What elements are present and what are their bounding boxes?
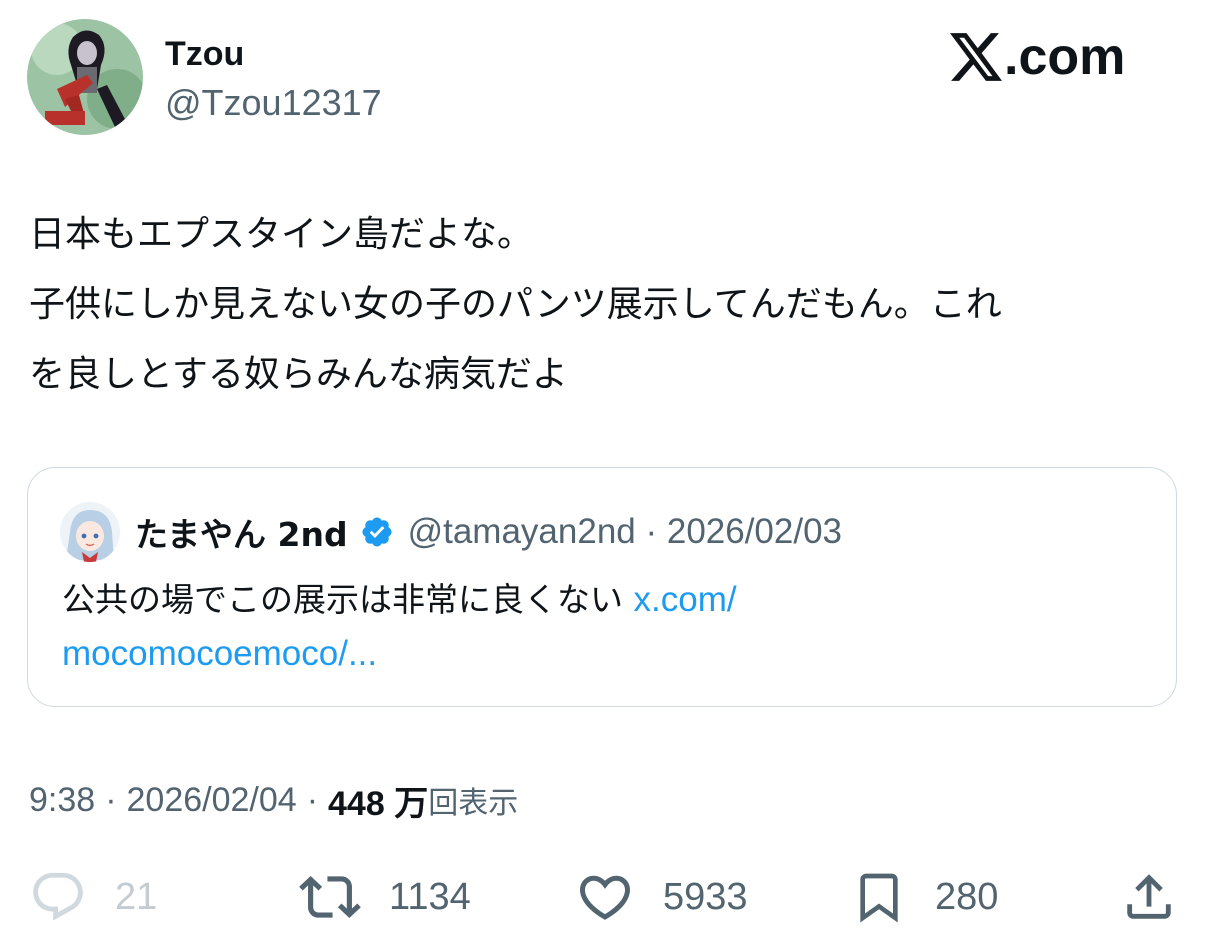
tweet-text-line: 日本もエプスタイン島だよな。 bbox=[29, 214, 534, 255]
tweet-date[interactable]: 2026/02/04 bbox=[127, 781, 297, 820]
quote-text: 公共の場でこの展示は非常に良くない x.com/ mocomocoemoco/.… bbox=[62, 573, 1152, 681]
views-label[interactable]: 回表示 bbox=[428, 778, 518, 822]
x-com-text: .com bbox=[1004, 28, 1126, 86]
bookmark-button[interactable]: 280 bbox=[851, 866, 998, 928]
bookmark-icon bbox=[860, 873, 898, 923]
meta-separator: · bbox=[306, 780, 319, 819]
tweet-meta: 9:38 · 2026/02/04 · 448 万 回表示 bbox=[29, 776, 518, 825]
quote-header: たまやん 2nd @tamayan2nd · 2026/02/03 bbox=[135, 510, 842, 554]
tweet-time[interactable]: 9:38 bbox=[29, 781, 95, 820]
verified-badge-icon bbox=[362, 517, 392, 547]
repost-count: 1134 bbox=[389, 875, 471, 918]
x-com-logo: .com bbox=[950, 28, 1125, 86]
quote-author-name[interactable]: たまやん 2nd bbox=[135, 508, 348, 556]
tweet-text-line: 子供にしか見えない女の子のパンツ展示してんだもん。これ bbox=[29, 284, 1002, 325]
share-button[interactable] bbox=[1120, 866, 1178, 928]
reply-button[interactable]: 21 bbox=[29, 866, 157, 928]
like-count: 5933 bbox=[663, 875, 748, 918]
repost-icon bbox=[299, 876, 361, 918]
share-icon bbox=[1127, 874, 1171, 919]
quote-text-line: 公共の場でこの展示は非常に良くない bbox=[62, 580, 623, 619]
tweet-text-line: を良しとする奴らみんな病気だよ bbox=[29, 354, 568, 395]
x-logo-icon bbox=[950, 33, 1002, 81]
meta-separator: · bbox=[105, 780, 117, 819]
heart-icon bbox=[579, 875, 631, 920]
author-handle[interactable]: @Tzou12317 bbox=[165, 82, 382, 124]
author-avatar[interactable] bbox=[27, 19, 143, 135]
like-button[interactable]: 5933 bbox=[575, 866, 748, 928]
views-count[interactable]: 448 万 bbox=[328, 776, 428, 825]
bookmark-count: 280 bbox=[935, 875, 999, 918]
author-display-name[interactable]: Tzou bbox=[165, 34, 244, 74]
quote-link-continued[interactable]: mocomocoemoco/... bbox=[62, 634, 377, 673]
reply-count: 21 bbox=[115, 875, 158, 918]
tweet-text: 日本もエプスタイン島だよな。 子供にしか見えない女の子のパンツ展示してんだもん。… bbox=[29, 200, 1179, 410]
repost-button[interactable]: 1134 bbox=[299, 866, 471, 928]
reply-icon bbox=[33, 872, 83, 921]
quote-author-avatar[interactable] bbox=[60, 502, 120, 562]
quote-handle-date[interactable]: @tamayan2nd · 2026/02/03 bbox=[408, 512, 842, 552]
quote-link[interactable]: x.com/ bbox=[634, 580, 737, 619]
